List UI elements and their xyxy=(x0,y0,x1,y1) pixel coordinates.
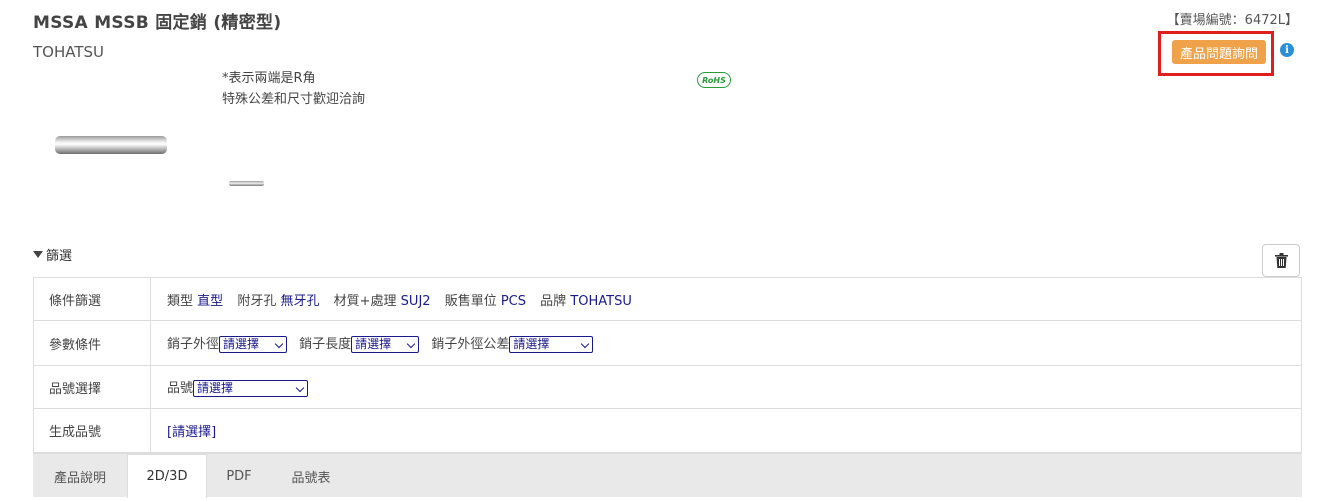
rohs-icon: RoHS xyxy=(697,72,731,88)
condition-material[interactable]: 材質+處理 SUJ2 xyxy=(334,290,431,309)
condition-brand[interactable]: 品牌 TOHATSU xyxy=(540,290,632,309)
param-label-tolerance: 銷子外徑公差 xyxy=(431,337,510,352)
chevron-down-icon xyxy=(406,339,416,349)
note-r-corner: *表示兩端是R角 xyxy=(222,71,316,86)
tab-2d-3d[interactable]: 2D/3D xyxy=(127,454,207,498)
tab-part-list[interactable]: 品號表 xyxy=(271,454,351,498)
filter-row-params: 參數條件 銷子外徑 請選擇 銷子長度 請選擇 銷子外徑公差 請選擇 xyxy=(33,320,1302,366)
filter-row-label: 生成品號 xyxy=(33,408,151,453)
chevron-down-icon xyxy=(581,339,590,349)
filter-table: 條件篩選 類型 直型 附牙孔 無牙孔 材質+處理 SUJ2 販售單位 PCS 品… xyxy=(33,277,1302,453)
condition-key: 類型 xyxy=(167,293,194,309)
select-value: 請選擇 xyxy=(197,381,234,395)
select-value: 請選擇 xyxy=(513,337,550,351)
filter-row-generated: 生成品號 [請選擇] xyxy=(33,408,1302,453)
filter-row-part: 品號選擇 品號 請選擇 xyxy=(33,365,1302,409)
page-title: MSSA MSSB 固定銷 (精密型) xyxy=(33,13,282,33)
product-inquiry-button[interactable]: 產品問題詢問 xyxy=(1172,40,1266,64)
condition-key: 附牙孔 xyxy=(237,293,277,309)
brand-name: TOHATSU xyxy=(33,43,105,61)
product-image-pin-thumbnail[interactable] xyxy=(229,181,264,186)
param-label-length: 銷子長度 xyxy=(299,337,352,352)
condition-key: 品牌 xyxy=(540,293,567,309)
tab-bar: 產品說明 2D/3D PDF 品號表 xyxy=(33,453,1302,498)
chevron-down-icon xyxy=(295,383,305,393)
condition-value: SUJ2 xyxy=(400,293,431,309)
trash-icon xyxy=(1274,253,1288,268)
chevron-down-icon xyxy=(274,339,284,349)
clear-filter-button[interactable] xyxy=(1262,244,1300,277)
tab-pdf[interactable]: PDF xyxy=(207,454,271,498)
tab-product-description[interactable]: 產品說明 xyxy=(33,454,127,498)
condition-list: 類型 直型 附牙孔 無牙孔 材質+處理 SUJ2 販售單位 PCS 品牌 TOH… xyxy=(150,277,1302,321)
part-number-select[interactable]: 請選擇 xyxy=(193,380,309,397)
condition-type[interactable]: 類型 直型 xyxy=(167,290,223,309)
tolerance-select[interactable]: 請選擇 xyxy=(509,336,594,353)
condition-value: 無牙孔 xyxy=(280,293,320,309)
select-value: 請選擇 xyxy=(355,337,392,351)
condition-thread-hole[interactable]: 附牙孔 無牙孔 xyxy=(237,290,319,309)
part-field: 品號 請選擇 xyxy=(150,365,1302,409)
filter-row-label: 條件篩選 xyxy=(33,277,151,321)
condition-key: 材質+處理 xyxy=(333,293,397,309)
condition-value: 直型 xyxy=(197,293,224,309)
generated-part-number: [請選擇] xyxy=(150,408,1302,453)
filter-toggle-label: 篩選 xyxy=(46,249,73,264)
triangle-down-icon xyxy=(33,251,43,258)
part-number-label: 品號 xyxy=(167,381,194,396)
info-icon[interactable]: i xyxy=(1280,43,1294,57)
product-image-pin[interactable] xyxy=(55,136,167,154)
store-code: 【賣場編號：6472L】 xyxy=(1166,13,1298,28)
param-label-diameter: 銷子外徑 xyxy=(167,337,220,352)
length-select[interactable]: 請選擇 xyxy=(351,336,420,353)
condition-value: PCS xyxy=(500,293,527,309)
condition-value: TOHATSU xyxy=(570,293,632,309)
param-fields: 銷子外徑 請選擇 銷子長度 請選擇 銷子外徑公差 請選擇 xyxy=(150,320,1302,366)
filter-row-label: 品號選擇 xyxy=(33,365,151,409)
filter-row-label: 參數條件 xyxy=(33,320,151,366)
filter-row-conditions: 條件篩選 類型 直型 附牙孔 無牙孔 材質+處理 SUJ2 販售單位 PCS 品… xyxy=(33,277,1302,321)
diameter-select[interactable]: 請選擇 xyxy=(219,336,288,353)
condition-key: 販售單位 xyxy=(444,293,497,309)
generated-part-link[interactable]: [請選擇] xyxy=(167,425,216,440)
condition-unit[interactable]: 販售單位 PCS xyxy=(445,290,526,309)
filter-toggle[interactable]: 篩選 xyxy=(33,245,72,264)
select-value: 請選擇 xyxy=(223,337,260,351)
note-custom-inquiry: 特殊公差和尺寸歡迎洽詢 xyxy=(222,92,366,107)
